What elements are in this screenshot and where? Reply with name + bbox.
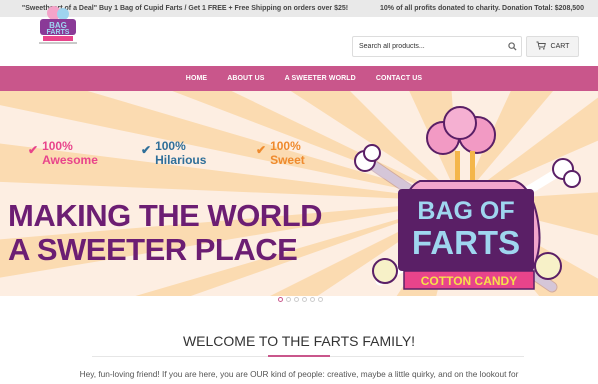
search-icon[interactable] (503, 37, 521, 56)
svg-text:FARTS: FARTS (47, 29, 70, 36)
slide-dot-1[interactable] (278, 297, 283, 302)
slide-dot-3[interactable] (294, 297, 299, 302)
product-subtitle: COTTON CANDY (421, 274, 517, 288)
feature-pct: 100% (270, 139, 301, 153)
nav-home[interactable]: HOME (186, 75, 207, 82)
cart-icon (536, 41, 546, 52)
nav-contact-us[interactable]: CONTACT US (376, 75, 422, 82)
slide-dot-2[interactable] (286, 297, 291, 302)
nav-a-sweeter-world[interactable]: A SWEETER WORLD (285, 75, 356, 82)
feature-awesome: ✔ 100% Awesome (28, 139, 98, 167)
bag-of-farts-logo[interactable]: BAG FARTS (33, 4, 83, 46)
search-box (352, 36, 522, 57)
headline-line2: A SWEETER PLACE (8, 232, 298, 267)
welcome-title: WELCOME TO THE FARTS FAMILY! (182, 333, 416, 349)
feature-hilarious: ✔ 100% Hilarious (141, 139, 206, 167)
feature-word: Hilarious (155, 153, 207, 167)
accent-divider (268, 355, 330, 357)
cart-button[interactable]: CART (526, 36, 579, 57)
announcement-bar: "Sweetheart of a Deal" Buy 1 Bag of Cupi… (0, 0, 598, 17)
search-input[interactable] (353, 43, 503, 50)
checkmark-icon: ✔ (256, 143, 267, 157)
feature-pct: 100% (155, 139, 186, 153)
slide-dot-6[interactable] (318, 297, 323, 302)
product-title-line2: FARTS (412, 224, 520, 261)
main-nav: HOME ABOUT US A SWEETER WORLD CONTACT US (0, 66, 598, 91)
feature-pct: 100% (42, 139, 73, 153)
checkmark-icon: ✔ (28, 143, 39, 157)
nav-about-us[interactable]: ABOUT US (227, 75, 264, 82)
announcement-donation: 10% of all profits donated to charity. D… (380, 5, 584, 12)
feature-sweet: ✔ 100% Sweet (256, 139, 305, 167)
product-title-line1: BAG OF (417, 197, 514, 225)
cart-label: CART (550, 43, 570, 50)
slide-dot-5[interactable] (310, 297, 315, 302)
hero-banner[interactable]: BAG OF FARTS COTTON CANDY ✔ 100% Awesome… (0, 91, 598, 296)
feature-word: Sweet (270, 153, 305, 167)
slide-dot-4[interactable] (302, 297, 307, 302)
hero-headline: MAKING THE WORLD A SWEETER PLACE (8, 198, 323, 267)
checkmark-icon: ✔ (141, 143, 152, 157)
welcome-intro-text: Hey, fun-loving friend! If you are here,… (79, 369, 519, 379)
slider-dots (278, 297, 323, 302)
feature-word: Awesome (42, 153, 98, 167)
headline-line1: MAKING THE WORLD (8, 198, 323, 233)
